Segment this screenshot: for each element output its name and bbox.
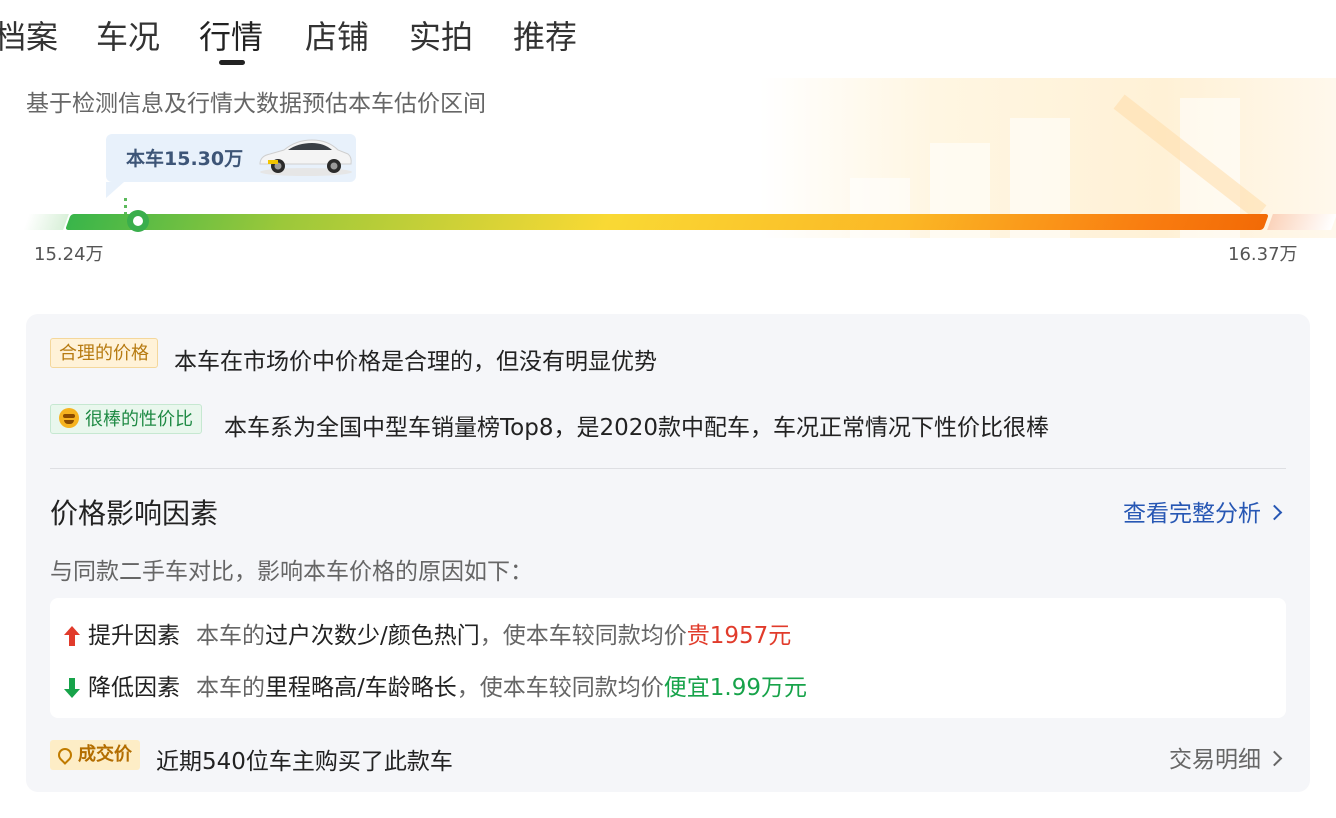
up-factor-reason: 过户次数少/颜色热门 [265,623,480,649]
chevron-right-icon [1266,750,1283,767]
price-estimate: 基于检测信息及行情大数据预估本车估价区间 本车15.30万 15.24万 16.… [0,78,1336,278]
factors-box: 提升因素 本车的过户次数少/颜色热门，使本车较同款均价贵1957元 降低因素 本车的… [50,598,1286,718]
tab-archive[interactable]: 档案 [0,14,58,60]
value-tag: 很棒的性价比 [50,404,202,434]
tab-recommend[interactable]: 推荐 [513,14,577,60]
value-text: 本车系为全国中型车销量榜Top8，是2020款中配车，车况正常情况下性价比很棒 [224,415,1049,441]
arrow-up-icon [64,626,80,646]
transaction-detail-link[interactable]: 交易明细 [1169,740,1283,774]
up-factor-middle: ，使本车较同款均价 [479,623,687,649]
up-factor-row: 提升因素 本车的过户次数少/颜色热门，使本车较同款均价贵1957元 [64,616,791,650]
car-price-marker [127,210,149,232]
tab-shop[interactable]: 店铺 [305,14,369,60]
tab-market[interactable]: 行情 [199,14,263,60]
transaction-detail-label: 交易明细 [1169,747,1261,773]
full-analysis-link[interactable]: 查看完整分析 [1123,494,1283,528]
price-range-track [23,214,1336,230]
down-factor-label: 降低因素 [88,675,180,701]
down-factor-reason: 里程略高/车龄略长 [265,675,457,701]
fair-price-tag: 合理的价格 [50,338,158,368]
compare-note: 与同款二手车对比，影响本车价格的原因如下： [50,559,533,585]
tab-condition[interactable]: 车况 [96,14,160,60]
deal-price-tag: 成交价 [50,740,140,770]
down-factor-prefix: 本车的 [196,675,265,701]
car-price-label: 本车15.30万 [126,148,244,170]
deal-text: 近期540位车主购买了此款车 [156,749,453,775]
down-factor-effect: 便宜1.99万元 [663,675,807,701]
up-factor-prefix: 本车的 [196,623,265,649]
chevron-right-icon [1266,504,1283,521]
estimate-subtitle: 基于检测信息及行情大数据预估本车估价区间 [26,91,486,117]
arrow-down-icon [64,678,80,698]
car-image [259,139,352,176]
smile-emoji-icon [59,408,79,428]
min-price-label: 15.24万 [34,244,104,265]
up-factor-label: 提升因素 [88,623,180,649]
deal-tag-icon [55,745,75,765]
down-factor-middle: ，使本车较同款均价 [456,675,664,701]
tab-photos[interactable]: 实拍 [409,14,473,60]
full-analysis-label: 查看完整分析 [1123,501,1261,527]
deal-tag-label: 成交价 [78,744,132,765]
tab-bar: 档案 车况 行情 店铺 实拍 推荐 [0,0,1336,70]
up-factor-effect: 贵1957元 [686,623,792,649]
divider [50,468,1286,469]
factors-title: 价格影响因素 [50,497,219,530]
active-tab-indicator [219,60,245,65]
fair-price-text: 本车在市场价中价格是合理的，但没有明显优势 [174,349,657,375]
down-factor-row: 降低因素 本车的里程略高/车龄略长，使本车较同款均价便宜1.99万元 [64,668,807,702]
max-price-label: 16.37万 [1228,244,1298,265]
price-analysis-card: 合理的价格 本车在市场价中价格是合理的，但没有明显优势 很棒的性价比 本车系为全… [26,314,1310,792]
value-tag-label: 很棒的性价比 [85,409,193,430]
